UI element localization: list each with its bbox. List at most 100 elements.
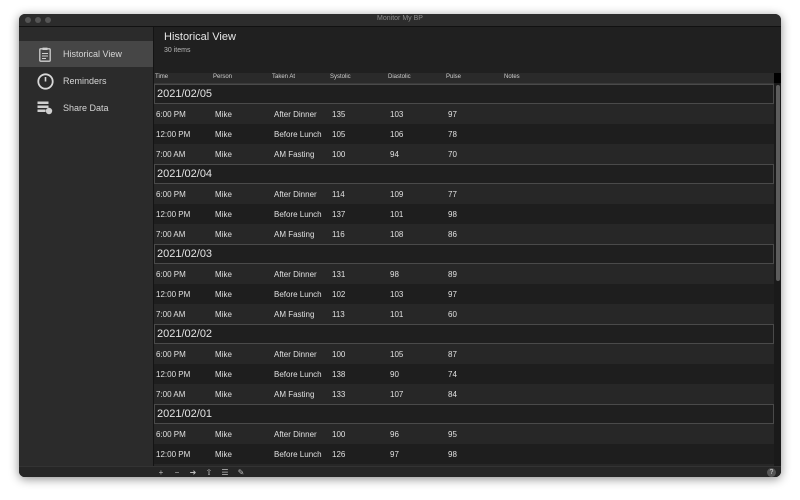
column-header-person[interactable]: Person	[213, 74, 232, 80]
cell-diastolic: 98	[390, 270, 399, 279]
table-row[interactable]: 7:00 AM Mike AM Fasting 100 94 70	[154, 144, 774, 164]
cell-person: Mike	[215, 210, 232, 219]
help-button[interactable]: ?	[767, 468, 776, 477]
group-date: 2021/02/01	[157, 408, 213, 420]
cell-diastolic: 106	[390, 130, 404, 139]
cell-person: Mike	[215, 430, 232, 439]
table-row[interactable]: 7:00 AM Mike AM Fasting 113 101 60	[154, 304, 774, 324]
cell-systolic: 100	[332, 430, 346, 439]
remove-button[interactable]: −	[171, 467, 183, 477]
cell-systolic: 102	[332, 290, 346, 299]
group-date: 2021/02/05	[157, 88, 213, 100]
cell-pulse: 84	[448, 390, 457, 399]
cell-systolic: 100	[332, 350, 346, 359]
vertical-scrollbar[interactable]	[774, 73, 781, 477]
table-row[interactable]: 12:00 PM Mike Before Lunch 126 97 98	[154, 444, 774, 464]
cell-diastolic: 103	[390, 110, 404, 119]
app-window: Monitor My BP Historical View Reminders …	[19, 14, 781, 477]
table-row[interactable]: 7:00 AM Mike AM Fasting 133 107 84	[154, 384, 774, 404]
cell-diastolic: 90	[390, 370, 399, 379]
sidebar-item-label: Share Data	[63, 103, 109, 113]
column-header-systolic[interactable]: Systolic	[330, 74, 351, 80]
table-row[interactable]: 7:00 AM Mike AM Fasting 116 108 86	[154, 224, 774, 244]
main-panel: Historical View 30 items Time Person Tak…	[154, 27, 781, 477]
add-icon: +	[158, 467, 164, 477]
cell-systolic: 126	[332, 450, 346, 459]
cell-systolic: 138	[332, 370, 346, 379]
column-header-diastolic[interactable]: Diastolic	[388, 74, 411, 80]
column-header-taken-at[interactable]: Taken At	[272, 74, 295, 80]
scrollbar-thumb[interactable]	[776, 85, 780, 281]
column-header-time[interactable]: Time	[155, 74, 168, 80]
cell-systolic: 116	[332, 230, 345, 239]
cell-pulse: 74	[448, 370, 457, 379]
cell-pulse: 97	[448, 290, 457, 299]
cell-diastolic: 109	[390, 190, 404, 199]
cell-person: Mike	[215, 390, 232, 399]
table-row[interactable]: 12:00 PM Mike Before Lunch 137 101 98	[154, 204, 774, 224]
edit-button[interactable]: ✎	[235, 468, 247, 477]
cell-systolic: 131	[332, 270, 346, 279]
list-icon: ☰	[221, 467, 229, 477]
cell-diastolic: 97	[390, 450, 399, 459]
cell-diastolic: 101	[390, 210, 404, 219]
table-row[interactable]: 12:00 PM Mike Before Lunch 105 106 78	[154, 124, 774, 144]
table-row[interactable]: 6:00 PM Mike After Dinner 114 109 77	[154, 184, 774, 204]
cell-person: Mike	[215, 130, 232, 139]
table-row[interactable]: 6:00 PM Mike After Dinner 100 105 87	[154, 344, 774, 364]
cell-person: Mike	[215, 230, 232, 239]
cell-pulse: 86	[448, 230, 457, 239]
sidebar-item-share-data[interactable]: Share Data	[19, 95, 153, 121]
cell-systolic: 137	[332, 210, 346, 219]
cell-taken-at: Before Lunch	[274, 210, 322, 219]
cell-systolic: 133	[332, 390, 346, 399]
cell-taken-at: After Dinner	[274, 350, 317, 359]
share-icon: ⇧	[205, 467, 213, 477]
cell-taken-at: AM Fasting	[274, 150, 315, 159]
header-corner	[774, 73, 781, 83]
cell-time: 7:00 AM	[156, 230, 186, 239]
group-date: 2021/02/03	[157, 248, 213, 260]
add-button[interactable]: +	[155, 467, 167, 477]
cell-taken-at: AM Fasting	[274, 390, 315, 399]
cell-diastolic: 105	[390, 350, 404, 359]
table-row[interactable]: 6:00 PM Mike After Dinner 135 103 97	[154, 104, 774, 124]
table-row[interactable]: 6:00 PM Mike After Dinner 100 96 95	[154, 424, 774, 444]
table-row[interactable]: 6:00 PM Mike After Dinner 131 98 89	[154, 264, 774, 284]
column-header-pulse[interactable]: Pulse	[446, 74, 461, 80]
cell-time: 7:00 AM	[156, 150, 186, 159]
table-row[interactable]: 12:00 PM Mike Before Lunch 138 90 74	[154, 364, 774, 384]
date-group-header: 2021/02/01	[154, 404, 774, 424]
share-data-icon	[35, 98, 55, 118]
cell-person: Mike	[215, 110, 232, 119]
cell-systolic: 135	[332, 110, 346, 119]
cell-systolic: 100	[332, 150, 346, 159]
cell-diastolic: 96	[390, 430, 399, 439]
cell-diastolic: 107	[390, 390, 404, 399]
sidebar-item-historical-view[interactable]: Historical View	[19, 41, 153, 67]
cell-pulse: 78	[448, 130, 457, 139]
cell-diastolic: 108	[390, 230, 404, 239]
cell-pulse: 97	[448, 110, 457, 119]
go-button[interactable]: ➜	[187, 467, 199, 477]
remove-icon: −	[174, 467, 180, 477]
cell-person: Mike	[215, 290, 232, 299]
cell-taken-at: After Dinner	[274, 110, 317, 119]
table-header: Time Person Taken At Systolic Diastolic …	[154, 73, 774, 84]
go-icon: ➜	[189, 467, 197, 477]
cell-pulse: 70	[448, 150, 457, 159]
cell-pulse: 89	[448, 270, 457, 279]
title-bar: Monitor My BP	[19, 14, 781, 27]
share-button[interactable]: ⇧	[203, 467, 215, 477]
cell-time: 12:00 PM	[156, 370, 191, 379]
cell-taken-at: AM Fasting	[274, 310, 315, 319]
column-header-notes[interactable]: Notes	[504, 74, 520, 80]
cell-taken-at: After Dinner	[274, 430, 317, 439]
sidebar-item-reminders[interactable]: Reminders	[19, 68, 153, 94]
cell-taken-at: Before Lunch	[274, 370, 322, 379]
date-group-header: 2021/02/03	[154, 244, 774, 264]
table-row[interactable]: 12:00 PM Mike Before Lunch 102 103 97	[154, 284, 774, 304]
list-button[interactable]: ☰	[219, 467, 231, 477]
cell-time: 12:00 PM	[156, 130, 191, 139]
sidebar: Historical View Reminders Share Data	[19, 27, 154, 477]
